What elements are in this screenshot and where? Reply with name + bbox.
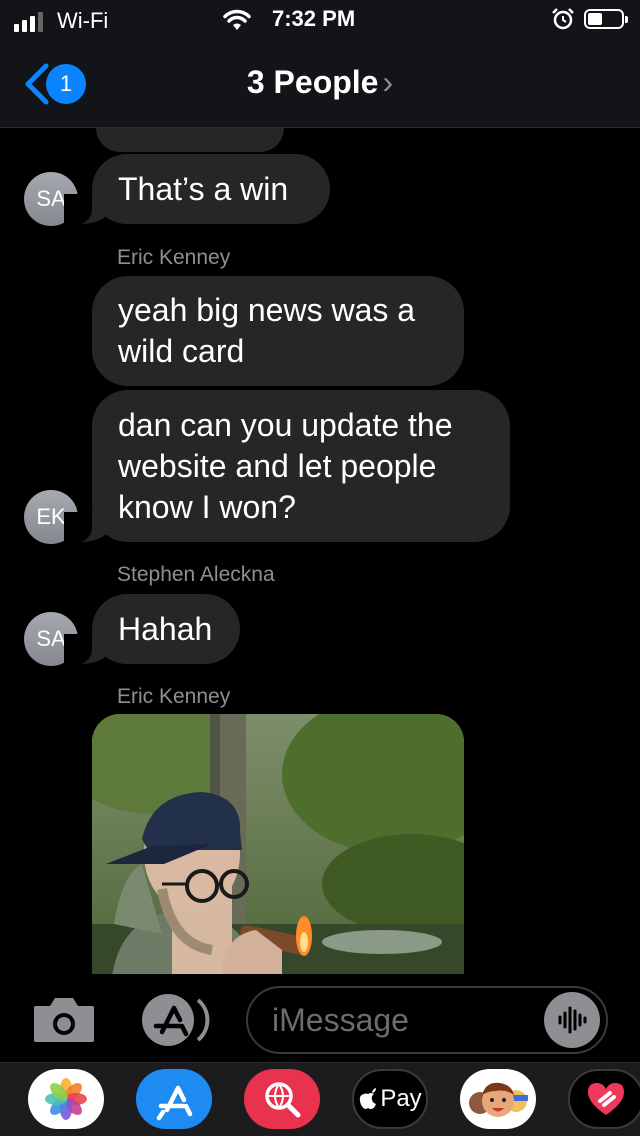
status-bar: Wi-Fi 7:32 PM [0, 0, 640, 40]
photos-app-button[interactable] [28, 1069, 104, 1129]
apple-logo-icon [360, 1088, 377, 1109]
alarm-icon [552, 8, 574, 30]
globe-search-icon [265, 1082, 301, 1118]
battery-icon [584, 9, 628, 29]
conversation-title[interactable]: 3 People › [0, 64, 640, 101]
sender-name: Eric Kenney [117, 246, 231, 269]
app-store-icon [156, 1085, 193, 1121]
message-bubble[interactable]: That’s a win [64, 154, 330, 226]
status-left: Wi-Fi [14, 8, 108, 34]
message-text: That’s a win [118, 171, 289, 207]
memoji-app-button[interactable] [460, 1069, 536, 1129]
memoji-icon [469, 1082, 528, 1117]
app-drawer: Pay [0, 1062, 640, 1136]
waveform-icon [558, 1006, 587, 1034]
app-store-button[interactable] [140, 992, 214, 1053]
compose-bar [0, 974, 640, 1062]
chevron-right-icon: › [382, 64, 394, 100]
camera-button[interactable] [32, 996, 96, 1047]
message-text: yeah big news was a wild card [118, 292, 416, 369]
message-text: Hahah [118, 611, 213, 647]
status-time: 7:32 PM [272, 6, 356, 31]
app-store-icon [142, 994, 210, 1046]
photo-attachment[interactable] [92, 714, 464, 976]
photo-image [92, 714, 464, 976]
camera-icon [34, 998, 94, 1042]
web-images-app-button[interactable] [244, 1069, 320, 1129]
carrier-label: Wi-Fi [57, 8, 109, 33]
message-bubble[interactable]: dan can you update the website and let p… [64, 390, 510, 544]
apple-pay-label: Pay [380, 1085, 422, 1112]
message-bubble[interactable]: Hahah [64, 594, 240, 666]
conversation-title-text: 3 People [246, 64, 379, 100]
sender-name: Eric Kenney [117, 685, 231, 708]
app-store-app-button[interactable] [136, 1069, 212, 1129]
message-bubble[interactable]: yeah big news was a wild card [92, 276, 464, 386]
heart-icon [588, 1083, 624, 1115]
navigation-bar: 1 3 People › [0, 40, 640, 128]
audio-message-button[interactable] [544, 992, 600, 1048]
message-text: dan can you update the website and let p… [118, 407, 453, 525]
apple-pay-app-button[interactable]: Pay [352, 1069, 428, 1129]
photos-icon [45, 1078, 87, 1120]
sender-name: Stephen Aleckna [117, 563, 275, 586]
wifi-icon [223, 9, 251, 30]
signal-strength-icon [14, 10, 43, 32]
digital-touch-app-button[interactable] [568, 1069, 640, 1129]
